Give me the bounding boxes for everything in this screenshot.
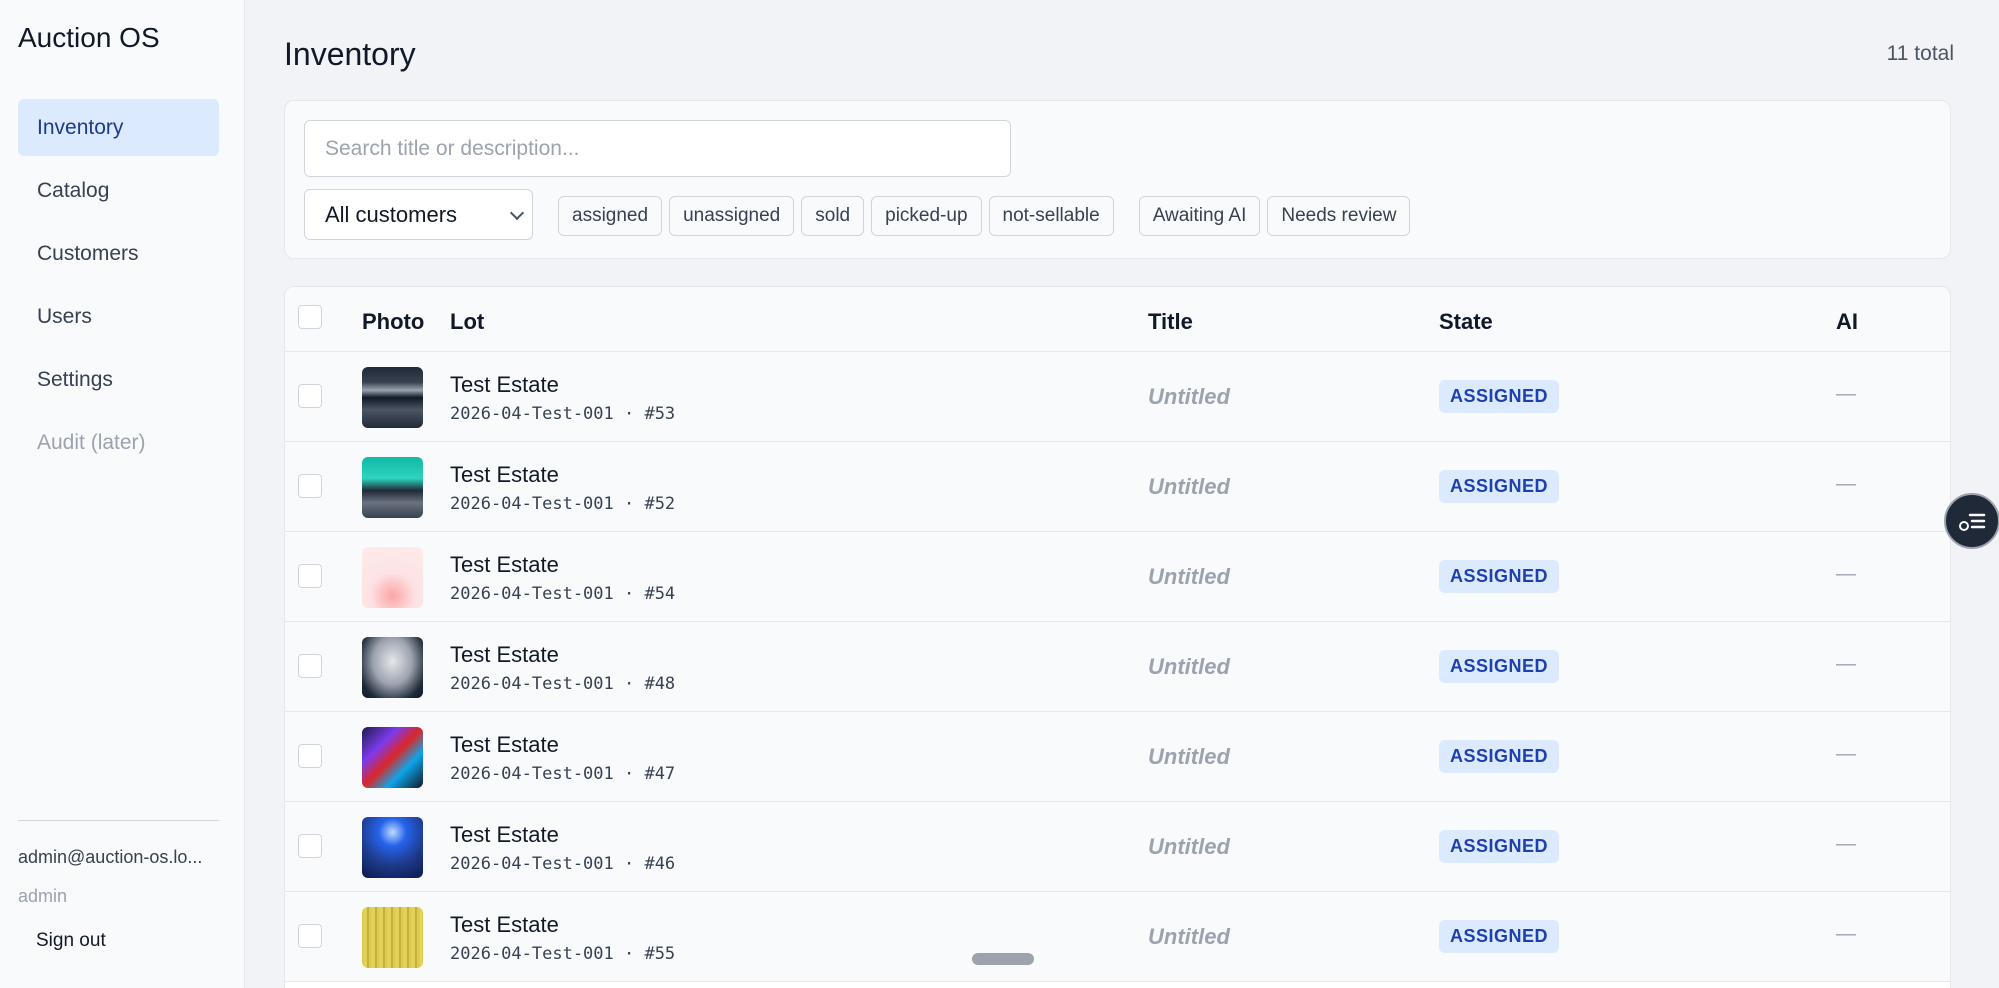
- lot-photo: [362, 457, 423, 518]
- item-title: Untitled: [1148, 834, 1230, 859]
- list-settings-icon: [1959, 513, 1986, 531]
- lot-name: Test Estate: [450, 552, 559, 577]
- ai-status: —: [1836, 743, 1856, 765]
- table-row[interactable]: Test Estate 2026-04-Test-001 · #54 Untit…: [285, 532, 1950, 622]
- row-checkbox[interactable]: [298, 834, 322, 858]
- customer-select[interactable]: All customers: [304, 189, 533, 240]
- sidebar-nav: Inventory Catalog Customers Users Settin…: [18, 99, 219, 477]
- status-badge: ASSIGNED: [1439, 380, 1560, 413]
- column-title: Title: [1148, 309, 1193, 334]
- table-row[interactable]: Test Estate 2026-04-Test-001 · #53 Untit…: [285, 352, 1950, 442]
- lot-name: Test Estate: [450, 372, 559, 397]
- status-badge: ASSIGNED: [1439, 830, 1560, 863]
- lot-code: 2026-04-Test-001 · #46: [450, 854, 676, 874]
- ai-status: —: [1836, 923, 1856, 945]
- sidebar-item-users[interactable]: Users: [18, 288, 219, 345]
- table-row[interactable]: Test Estate 2026-04-Test-001 · #47 Untit…: [285, 712, 1950, 802]
- lot-name: Test Estate: [450, 642, 559, 667]
- scroll-handle[interactable]: [972, 953, 1034, 965]
- status-badge: ASSIGNED: [1439, 650, 1560, 683]
- item-title: Untitled: [1148, 654, 1230, 679]
- row-checkbox[interactable]: [298, 474, 322, 498]
- item-title: Untitled: [1148, 924, 1230, 949]
- column-lot: Lot: [450, 309, 485, 334]
- row-checkbox[interactable]: [298, 654, 322, 678]
- ai-status: —: [1836, 833, 1856, 855]
- chip-assigned[interactable]: assigned: [558, 196, 663, 236]
- row-checkbox[interactable]: [298, 924, 322, 948]
- row-checkbox[interactable]: [298, 564, 322, 588]
- chip-sold[interactable]: sold: [801, 196, 865, 236]
- chevron-down-icon: [509, 205, 525, 221]
- item-title: Untitled: [1148, 744, 1230, 769]
- table-header: Photo Lot Title State AI: [285, 287, 1950, 352]
- lot-photo: [362, 637, 423, 698]
- lot-name: Test Estate: [450, 462, 559, 487]
- table-row[interactable]: Test Estate 2026-04-Test-001 · #52 Untit…: [285, 442, 1950, 532]
- app-title: Auction OS: [18, 22, 160, 53]
- sidebar-item-settings[interactable]: Settings: [18, 351, 219, 408]
- lot-name: Test Estate: [450, 912, 559, 937]
- table-row[interactable]: Test Estate 2026-04-Test-001 · #46 Untit…: [285, 802, 1950, 892]
- customer-select-value: All customers: [325, 201, 458, 227]
- lot-code: 2026-04-Test-001 · #53: [450, 404, 676, 424]
- page-title: Inventory: [284, 36, 416, 72]
- inventory-table: Photo Lot Title State AI Test Estate 202…: [284, 286, 1951, 988]
- status-badge: ASSIGNED: [1439, 470, 1560, 503]
- lot-code: 2026-04-Test-001 · #48: [450, 674, 676, 694]
- row-checkbox[interactable]: [298, 384, 322, 408]
- sidebar-item-customers[interactable]: Customers: [18, 225, 219, 282]
- user-role: admin: [18, 886, 68, 906]
- item-title: Untitled: [1148, 384, 1230, 409]
- sidebar-divider: [18, 820, 219, 821]
- lot-code: 2026-04-Test-001 · #55: [450, 944, 676, 964]
- chip-spacer: [1121, 196, 1139, 236]
- lot-photo: [362, 817, 423, 878]
- ai-status: —: [1836, 563, 1856, 585]
- sidebar: Auction OS Inventory Catalog Customers U…: [0, 0, 245, 988]
- column-ai: AI: [1836, 309, 1858, 334]
- row-checkbox[interactable]: [298, 744, 322, 768]
- lot-code: 2026-04-Test-001 · #54: [450, 584, 676, 604]
- ai-status: —: [1836, 383, 1856, 405]
- column-photo: Photo: [362, 309, 425, 334]
- chip-needs-review[interactable]: Needs review: [1267, 196, 1411, 236]
- lot-code: 2026-04-Test-001 · #52: [450, 494, 676, 514]
- status-badge: ASSIGNED: [1439, 920, 1560, 953]
- search-input[interactable]: [304, 120, 1011, 177]
- floating-menu-button[interactable]: [1944, 493, 1999, 549]
- status-badge: ASSIGNED: [1439, 560, 1560, 593]
- chip-unassigned[interactable]: unassigned: [669, 196, 795, 236]
- select-all-checkbox[interactable]: [298, 305, 322, 329]
- sidebar-item-inventory[interactable]: Inventory: [18, 99, 219, 156]
- sidebar-item-catalog[interactable]: Catalog: [18, 162, 219, 219]
- lot-name: Test Estate: [450, 822, 559, 847]
- user-email: admin@auction-os.lo...: [18, 847, 203, 867]
- table-row[interactable]: Test Estate 2026-04-Test-001 · #55 Untit…: [285, 892, 1950, 982]
- sign-out-button[interactable]: Sign out: [36, 930, 106, 952]
- ai-status: —: [1836, 653, 1856, 675]
- sidebar-item-audit: Audit (later): [37, 430, 146, 454]
- chip-not-sellable[interactable]: not-sellable: [988, 196, 1114, 236]
- filters-panel: All customers assigned unassigned sold p…: [284, 100, 1951, 259]
- lot-name: Test Estate: [450, 732, 559, 757]
- lot-photo: [362, 727, 423, 788]
- filter-chips: assigned unassigned sold picked-up not-s…: [558, 196, 1417, 236]
- item-title: Untitled: [1148, 474, 1230, 499]
- lot-photo: [362, 367, 423, 428]
- column-state: State: [1439, 309, 1493, 334]
- table-row[interactable]: Test Estate 2026-04-Test-001 · #48 Untit…: [285, 622, 1950, 712]
- item-title: Untitled: [1148, 564, 1230, 589]
- chip-picked-up[interactable]: picked-up: [871, 196, 982, 236]
- lot-photo: [362, 907, 423, 968]
- chip-awaiting-ai[interactable]: Awaiting AI: [1138, 196, 1261, 236]
- status-badge: ASSIGNED: [1439, 740, 1560, 773]
- lot-code: 2026-04-Test-001 · #47: [450, 764, 676, 784]
- lot-photo: [362, 547, 423, 608]
- ai-status: —: [1836, 473, 1856, 495]
- total-count: 11 total: [1886, 42, 1954, 65]
